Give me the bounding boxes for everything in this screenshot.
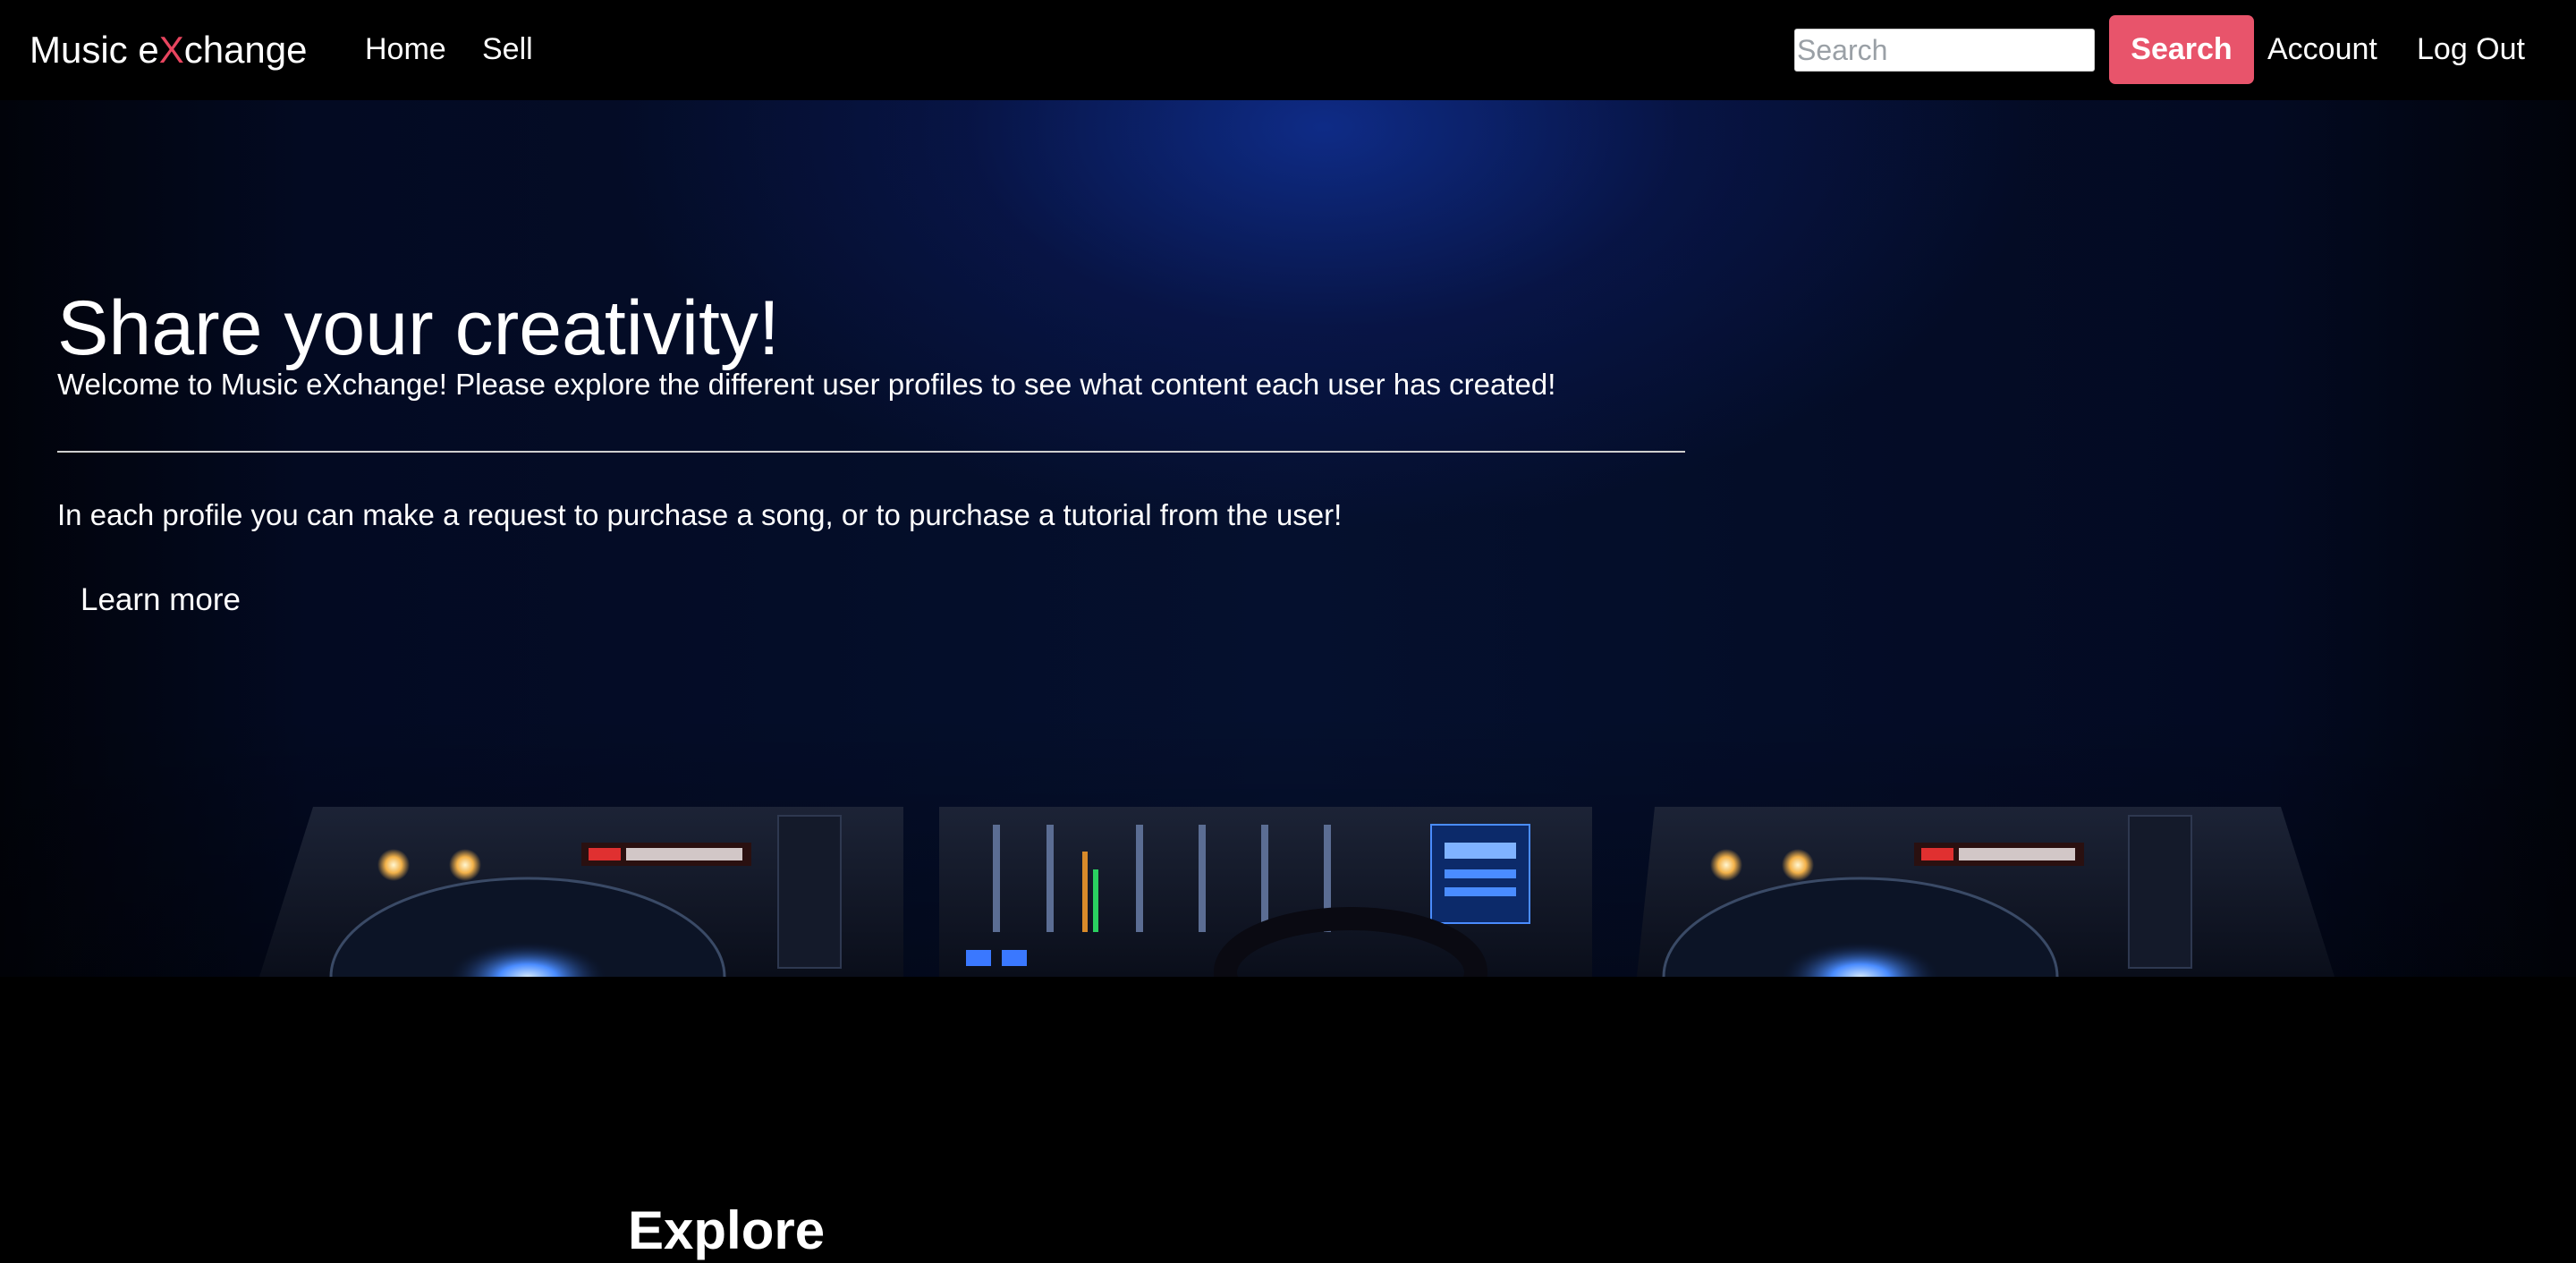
brand-x-letter: X xyxy=(158,29,184,71)
hero-lead-text: Welcome to Music eXchange! Please explor… xyxy=(57,368,1556,401)
nav-link-logout[interactable]: Log Out xyxy=(2417,29,2525,70)
brand-logo-link[interactable]: Music eXchange xyxy=(30,25,308,75)
nav-link-account[interactable]: Account xyxy=(2267,29,2377,70)
dj-equipment-image xyxy=(259,807,2334,977)
brand-suffix: change xyxy=(183,29,308,71)
search-button[interactable]: Search xyxy=(2109,15,2254,84)
left-cdj-deck xyxy=(259,807,903,977)
navbar: Music eXchange Home Sell Search Account … xyxy=(0,0,2576,100)
hero-divider xyxy=(57,451,1685,453)
nav-link-sell[interactable]: Sell xyxy=(482,29,533,70)
hero-body-text: In each profile you can make a request t… xyxy=(57,498,1343,531)
learn-more-link[interactable]: Learn more xyxy=(80,580,241,621)
dj-mixer xyxy=(939,807,1592,977)
explore-section-title: Explore xyxy=(628,1200,826,1260)
right-cdj-deck xyxy=(1637,807,2334,977)
nav-link-home[interactable]: Home xyxy=(365,29,446,70)
hero-banner: Share your creativity! Welcome to Music … xyxy=(0,100,2576,977)
hero-title: Share your creativity! xyxy=(57,285,780,371)
brand-prefix: Music e xyxy=(30,29,159,71)
search-input[interactable] xyxy=(1794,29,2095,72)
